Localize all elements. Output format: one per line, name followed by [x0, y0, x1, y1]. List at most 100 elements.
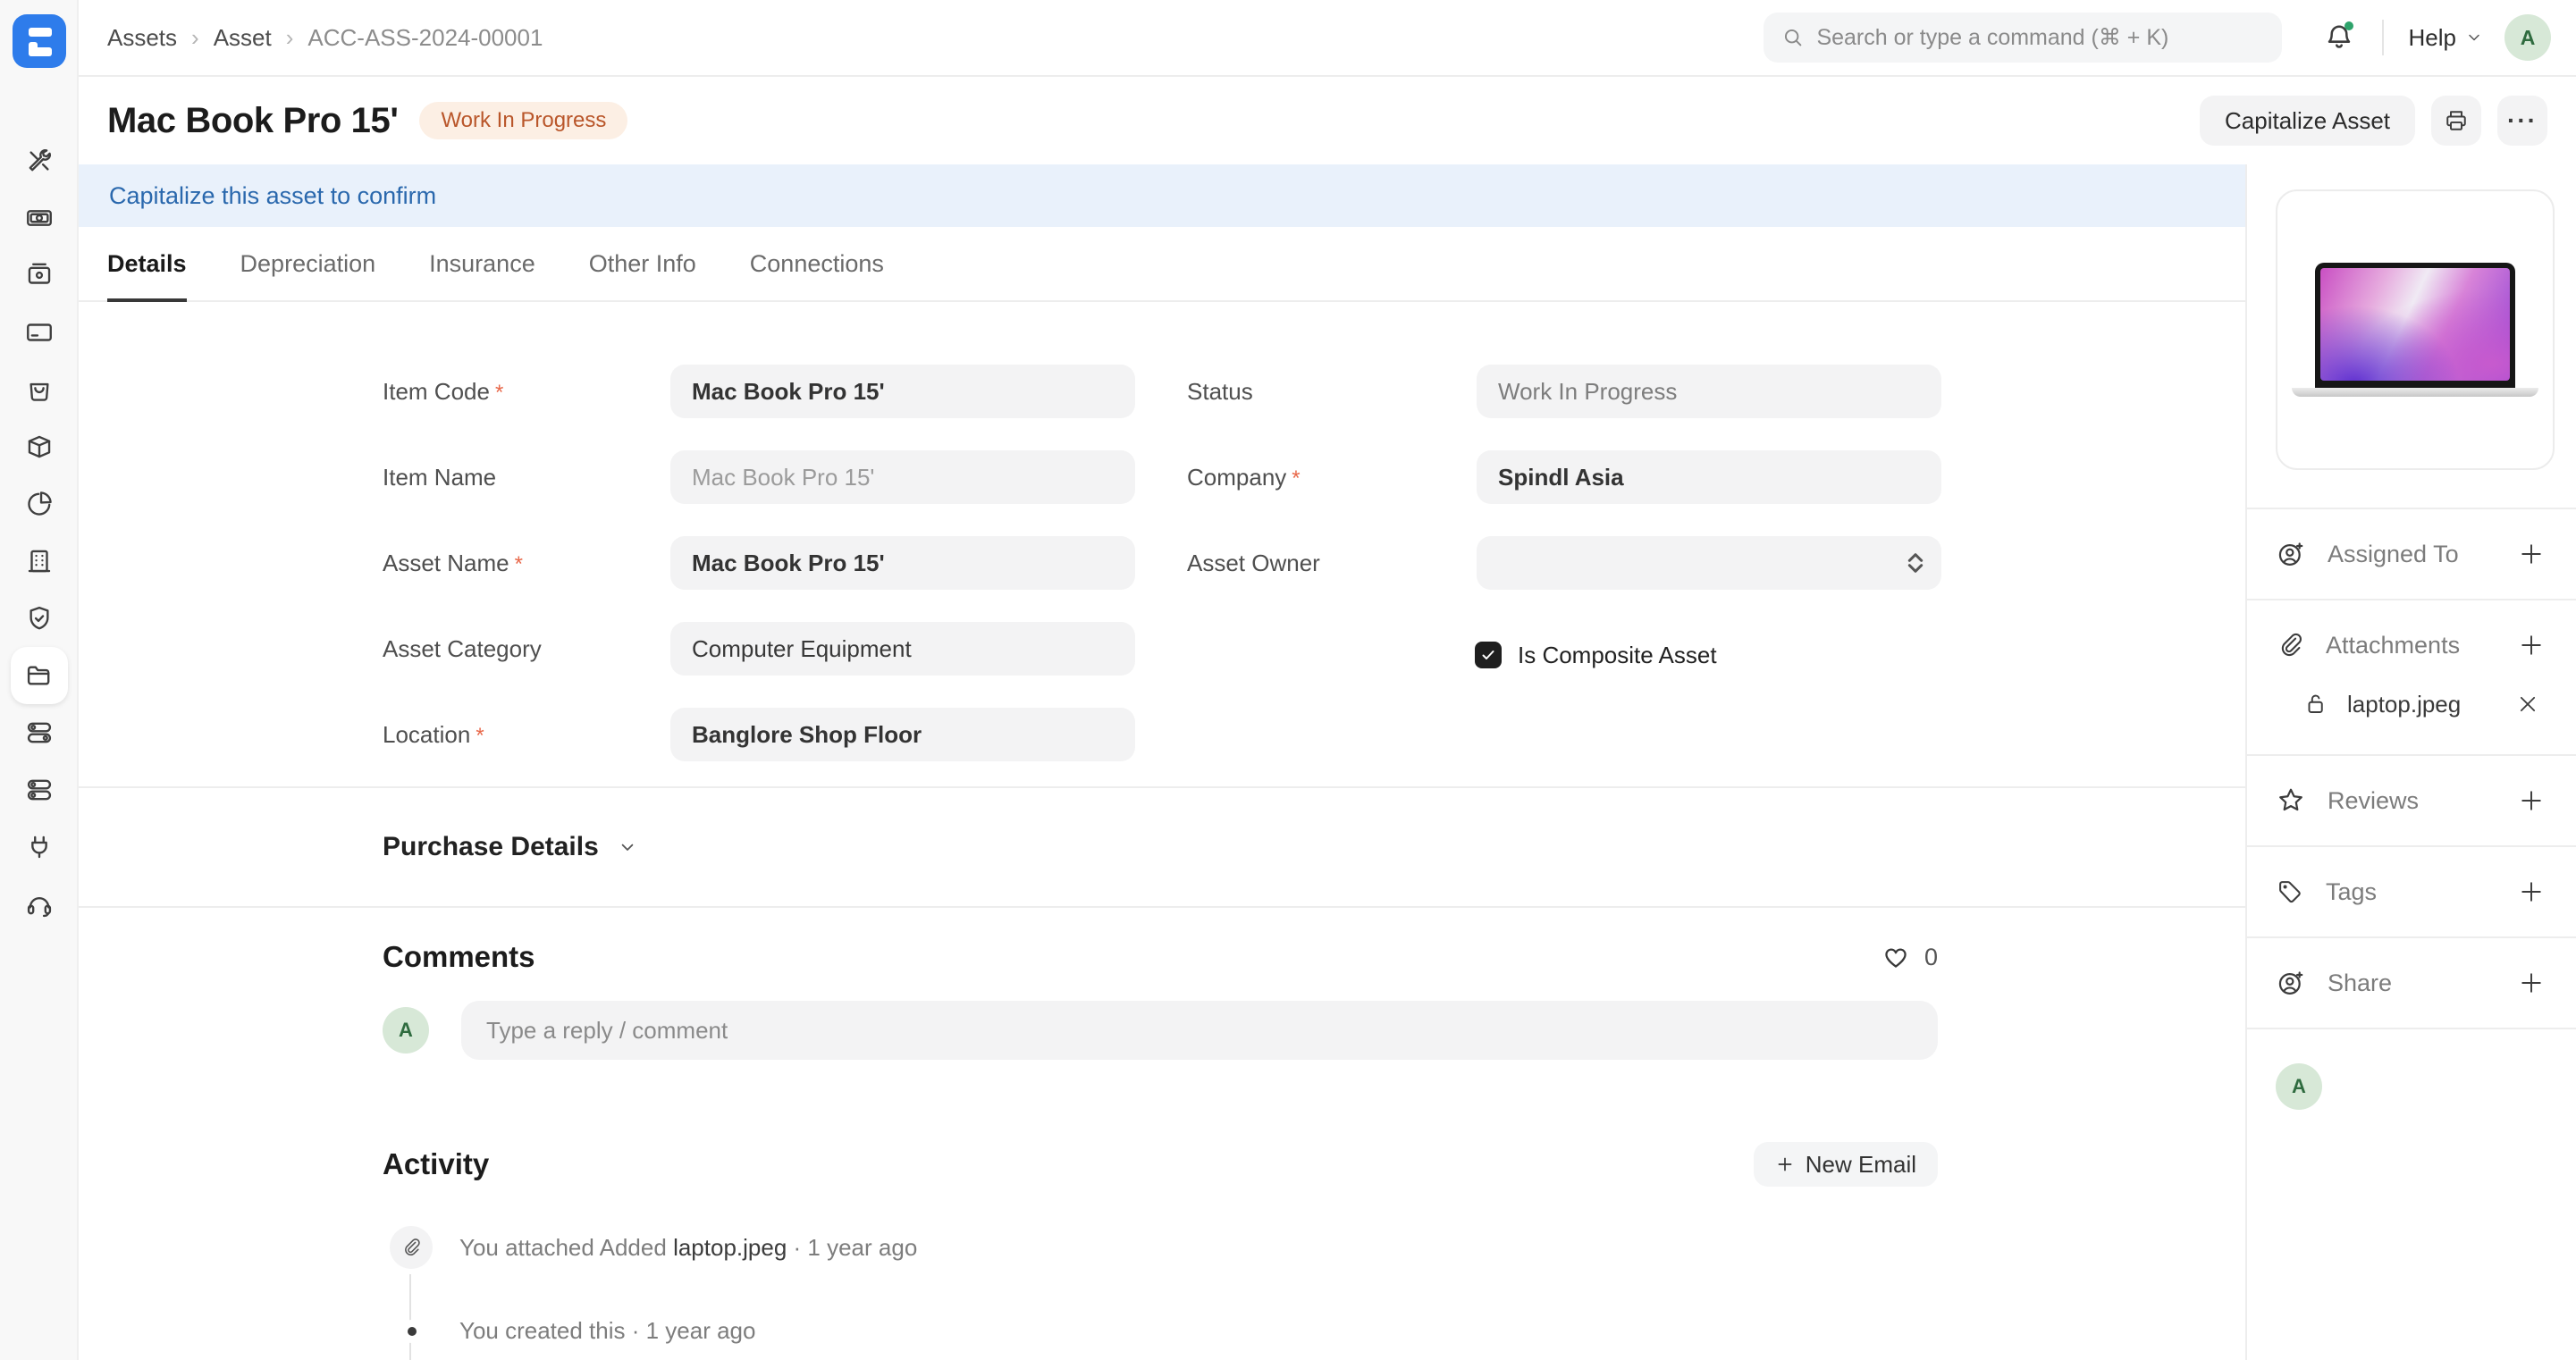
tools-icon[interactable]: [11, 132, 68, 189]
shield-check-icon[interactable]: [11, 590, 68, 647]
tab-details[interactable]: Details: [107, 227, 187, 300]
breadcrumb-separator-icon: ›: [286, 24, 294, 52]
chevron-down-icon: [2465, 29, 2483, 46]
search-input[interactable]: [1816, 25, 2263, 51]
breadcrumb-assets[interactable]: Assets: [107, 24, 177, 52]
page-title: Mac Book Pro 15': [107, 101, 398, 141]
share-user-icon: [2276, 968, 2306, 998]
share-label: Share: [2328, 970, 2392, 997]
ellipsis-icon: ···: [2507, 108, 2538, 133]
breadcrumb-current: ACC-ASS-2024-00001: [307, 24, 543, 52]
erpnext-logo-icon[interactable]: [13, 14, 66, 68]
building-icon[interactable]: [11, 533, 68, 590]
check-icon: [1479, 646, 1497, 664]
breadcrumb-asset[interactable]: Asset: [214, 24, 272, 52]
assigned-to-label: Assigned To: [2328, 541, 2459, 568]
new-email-button[interactable]: New Email: [1754, 1142, 1938, 1187]
laptop-base: [2292, 388, 2538, 397]
company-label: Company*: [1187, 464, 1477, 491]
credit-card-icon[interactable]: [11, 304, 68, 361]
is-composite-asset-label: Is Composite Asset: [1518, 642, 1717, 669]
company-field[interactable]: Spindl Asia: [1477, 450, 1941, 504]
remove-attachment-button[interactable]: [2513, 690, 2542, 718]
add-share-button[interactable]: [2515, 967, 2547, 999]
comment-input[interactable]: [461, 1001, 1938, 1060]
item-code-field[interactable]: Mac Book Pro 15': [670, 365, 1135, 418]
tab-other-info[interactable]: Other Info: [589, 227, 696, 300]
activity-item-created: You created this · 1 year ago: [390, 1317, 1938, 1345]
plug-icon[interactable]: [11, 819, 68, 876]
help-label: Help: [2409, 24, 2456, 52]
print-button[interactable]: [2431, 96, 2481, 146]
asset-name-field[interactable]: Mac Book Pro 15': [670, 536, 1135, 590]
status-badge: Work In Progress: [419, 102, 627, 139]
activity-timeline: You attached Added laptop.jpeg · 1 year …: [383, 1226, 1938, 1345]
attachment-file-name[interactable]: laptop.jpeg: [2347, 691, 2461, 718]
asset-image: [2315, 263, 2515, 388]
user-avatar[interactable]: A: [2504, 14, 2551, 61]
app-window: Assets › Asset › ACC-ASS-2024-00001 Help…: [0, 0, 2576, 1360]
like-count: 0: [1924, 944, 1938, 971]
item-name-label: Item Name: [383, 464, 670, 491]
toggles-icon[interactable]: [11, 704, 68, 761]
header-divider: [2382, 20, 2384, 55]
capitalize-banner-link[interactable]: Capitalize this asset to confirm: [109, 182, 436, 210]
capitalize-asset-button[interactable]: Capitalize Asset: [2200, 96, 2415, 146]
attachments-label: Attachments: [2326, 632, 2460, 659]
notifications-bell-icon[interactable]: [2321, 20, 2357, 55]
asset-name-label: Asset Name*: [383, 550, 670, 577]
assets-folder-icon[interactable]: [11, 647, 68, 704]
title-bar: Mac Book Pro 15' Work In Progress Capita…: [79, 77, 2576, 164]
headset-icon[interactable]: [11, 876, 68, 933]
viewer-avatar: A: [2276, 1063, 2322, 1110]
purchase-details-section[interactable]: Purchase Details: [79, 788, 2245, 908]
status-field: Work In Progress: [1477, 365, 1941, 418]
location-field[interactable]: Banglore Shop Floor: [670, 708, 1135, 761]
asset-owner-select[interactable]: [1477, 536, 1941, 590]
main-panel: Capitalize this asset to confirm Details…: [79, 164, 2247, 1360]
plus-icon: [1775, 1154, 1795, 1174]
assign-user-icon: [2276, 539, 2306, 569]
tab-depreciation[interactable]: Depreciation: [240, 227, 376, 300]
payments-icon[interactable]: [11, 189, 68, 247]
timeline-line: [409, 1272, 411, 1360]
comment-avatar: A: [383, 1007, 429, 1054]
help-menu[interactable]: Help: [2409, 24, 2483, 52]
global-search[interactable]: [1764, 13, 2282, 63]
add-tag-button[interactable]: [2515, 876, 2547, 908]
tab-connections[interactable]: Connections: [750, 227, 884, 300]
select-arrows-icon: [1907, 536, 1924, 590]
activity-section: Activity New Email: [79, 1060, 2245, 1345]
tab-insurance[interactable]: Insurance: [429, 227, 535, 300]
details-form: Item Code* Mac Book Pro 15' Status Work …: [79, 302, 2245, 788]
comments-title: Comments: [383, 940, 535, 974]
breadcrumb-separator-icon: ›: [191, 24, 199, 52]
attachments-section: Attachments laptop.jpeg: [2247, 600, 2576, 756]
add-review-button[interactable]: [2515, 785, 2547, 817]
automation-icon[interactable]: [11, 761, 68, 819]
shopping-bag-icon[interactable]: [11, 361, 68, 418]
cash-register-icon[interactable]: [11, 247, 68, 304]
add-assignment-button[interactable]: [2515, 538, 2547, 570]
pie-chart-icon[interactable]: [11, 475, 68, 533]
item-name-field[interactable]: Mac Book Pro 15': [670, 450, 1135, 504]
attachment-item[interactable]: laptop.jpeg: [2302, 690, 2547, 718]
paperclip-icon: [400, 1237, 422, 1258]
more-menu-button[interactable]: ···: [2497, 96, 2547, 146]
is-composite-asset-checkbox[interactable]: [1475, 642, 1502, 668]
activity-title: Activity: [383, 1147, 489, 1181]
activity-file-name[interactable]: laptop.jpeg: [673, 1234, 787, 1261]
item-code-label: Item Code*: [383, 378, 670, 406]
asset-category-field[interactable]: Computer Equipment: [670, 622, 1135, 676]
app-rail: [0, 0, 79, 1360]
asset-image-card[interactable]: [2276, 189, 2555, 470]
heart-icon[interactable]: [1881, 943, 1910, 971]
tab-bar: Details Depreciation Insurance Other Inf…: [79, 227, 2245, 302]
add-attachment-button[interactable]: [2515, 629, 2547, 661]
printer-icon: [2443, 107, 2470, 134]
asset-owner-label: Asset Owner: [1187, 550, 1477, 577]
package-icon[interactable]: [11, 418, 68, 475]
capitalize-banner: Capitalize this asset to confirm: [79, 164, 2245, 227]
timeline-dot: [408, 1327, 417, 1336]
reviews-label: Reviews: [2328, 787, 2419, 815]
